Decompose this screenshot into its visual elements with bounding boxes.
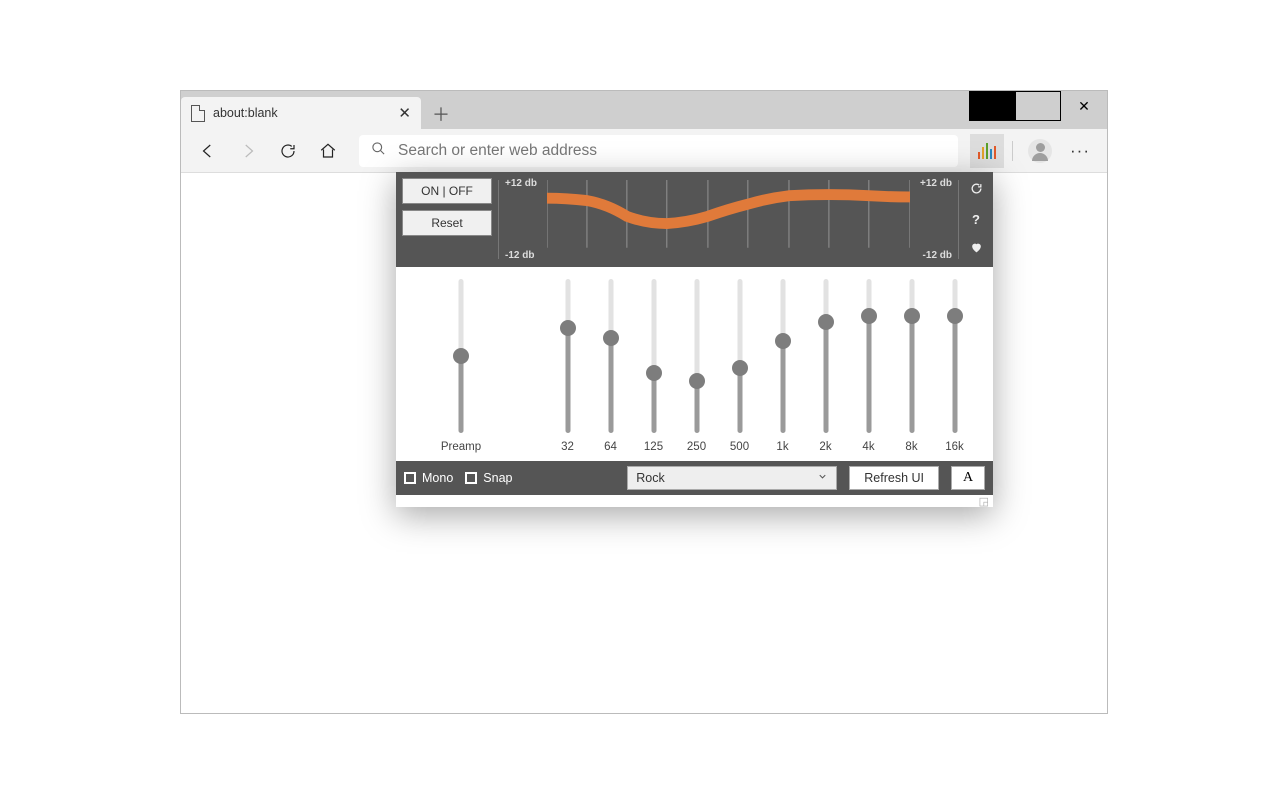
search-icon — [371, 141, 386, 160]
font-icon: A — [963, 470, 973, 486]
popup-controls: ON | OFF Reset — [396, 172, 498, 267]
page-content: ON | OFF Reset +12 db -12 db +12 db -12 … — [181, 173, 1107, 713]
help-icon[interactable]: ? — [972, 212, 980, 227]
band-label: 16k — [945, 441, 964, 453]
chevron-down-icon — [817, 471, 828, 485]
address-bar[interactable]: Search or enter web address — [359, 135, 958, 167]
band-slider[interactable] — [774, 279, 792, 433]
band-slider-col: 2k — [804, 279, 847, 453]
band-label: 125 — [644, 441, 663, 453]
window-close-button[interactable]: ✕ — [1061, 91, 1107, 121]
close-tab-icon[interactable]: ✕ — [398, 104, 411, 122]
window-maximize-button[interactable] — [1015, 91, 1061, 121]
band-slider[interactable] — [860, 279, 878, 433]
snap-checkbox[interactable]: Snap — [465, 471, 512, 485]
window-controls: ✕ — [969, 91, 1107, 121]
band-slider[interactable] — [817, 279, 835, 433]
band-slider-col: 1k — [761, 279, 804, 453]
popup-footer: Mono Snap Rock Refresh UI A — [396, 461, 993, 495]
db-label-bottom-right: -12 db — [923, 250, 952, 261]
reset-button[interactable]: Reset — [402, 210, 492, 236]
band-slider-col: 64 — [589, 279, 632, 453]
refresh-button[interactable] — [269, 132, 307, 170]
checkbox-icon — [404, 472, 416, 484]
band-label: 32 — [561, 441, 574, 453]
band-slider-col: 125 — [632, 279, 675, 453]
toolbar-right: ··· — [970, 132, 1099, 170]
band-slider-col: 500 — [718, 279, 761, 453]
band-slider[interactable] — [731, 279, 749, 433]
resize-grip[interactable]: ◲ — [396, 495, 993, 507]
equalizer-extension-icon[interactable] — [970, 134, 1004, 168]
band-label: 4k — [862, 441, 874, 453]
mono-checkbox[interactable]: Mono — [404, 471, 453, 485]
band-label: 250 — [687, 441, 706, 453]
forward-button[interactable] — [229, 132, 267, 170]
home-button[interactable] — [309, 132, 347, 170]
preamp-slider[interactable] — [452, 279, 470, 433]
band-slider[interactable] — [903, 279, 921, 433]
sliders-row: Preamp 32 64 125 250 500 1k 2k 4k 8k 16k — [396, 267, 993, 461]
band-slider-col: 16k — [933, 279, 976, 453]
refresh-ui-button[interactable]: Refresh UI — [849, 466, 939, 490]
band-slider[interactable] — [645, 279, 663, 433]
snap-label: Snap — [483, 471, 512, 485]
more-menu-button[interactable]: ··· — [1061, 141, 1099, 161]
tab-title: about:blank — [213, 106, 278, 120]
band-slider-col: 250 — [675, 279, 718, 453]
refresh-ui-label: Refresh UI — [864, 471, 924, 485]
tab-strip: about:blank ✕ ＋ ✕ — [181, 91, 1107, 129]
toolbar-separator — [1012, 141, 1013, 161]
preset-select[interactable]: Rock — [627, 466, 837, 490]
band-label: 2k — [819, 441, 831, 453]
profile-button[interactable] — [1021, 132, 1059, 170]
band-slider[interactable] — [688, 279, 706, 433]
band-label: 1k — [776, 441, 788, 453]
checkbox-icon — [465, 472, 477, 484]
db-label-bottom-left: -12 db — [505, 250, 534, 261]
avatar-icon — [1028, 139, 1052, 163]
window-minimize-button[interactable] — [969, 91, 1015, 121]
reload-icon[interactable] — [970, 182, 983, 198]
band-slider[interactable] — [559, 279, 577, 433]
curve-display: +12 db -12 db +12 db -12 db — [498, 180, 959, 259]
band-slider[interactable] — [946, 279, 964, 433]
popup-header: ON | OFF Reset +12 db -12 db +12 db -12 … — [396, 172, 993, 267]
band-slider-col: 32 — [546, 279, 589, 453]
new-tab-button[interactable]: ＋ — [425, 99, 457, 129]
back-button[interactable] — [189, 132, 227, 170]
mono-label: Mono — [422, 471, 453, 485]
on-off-button[interactable]: ON | OFF — [402, 178, 492, 204]
band-label: 8k — [905, 441, 917, 453]
band-label: 500 — [730, 441, 749, 453]
popup-side-icons: ? — [959, 172, 993, 267]
address-placeholder: Search or enter web address — [398, 142, 597, 160]
equalizer-bars-icon — [978, 143, 997, 159]
band-slider-col: 4k — [847, 279, 890, 453]
db-label-top-left: +12 db — [505, 178, 537, 189]
font-size-button[interactable]: A — [951, 466, 985, 490]
preset-value: Rock — [636, 471, 664, 485]
browser-toolbar: Search or enter web address ··· — [181, 129, 1107, 173]
browser-window: about:blank ✕ ＋ ✕ Search or enter web ad… — [180, 90, 1108, 714]
preamp-slider-col: Preamp — [406, 279, 516, 453]
band-slider-col: 8k — [890, 279, 933, 453]
preamp-label: Preamp — [441, 441, 481, 453]
page-icon — [191, 105, 205, 122]
equalizer-popup: ON | OFF Reset +12 db -12 db +12 db -12 … — [396, 172, 993, 507]
band-slider[interactable] — [602, 279, 620, 433]
heart-icon[interactable] — [970, 241, 983, 257]
eq-curve — [547, 180, 910, 248]
db-label-top-right: +12 db — [920, 178, 952, 189]
band-label: 64 — [604, 441, 617, 453]
browser-tab[interactable]: about:blank ✕ — [181, 97, 421, 129]
